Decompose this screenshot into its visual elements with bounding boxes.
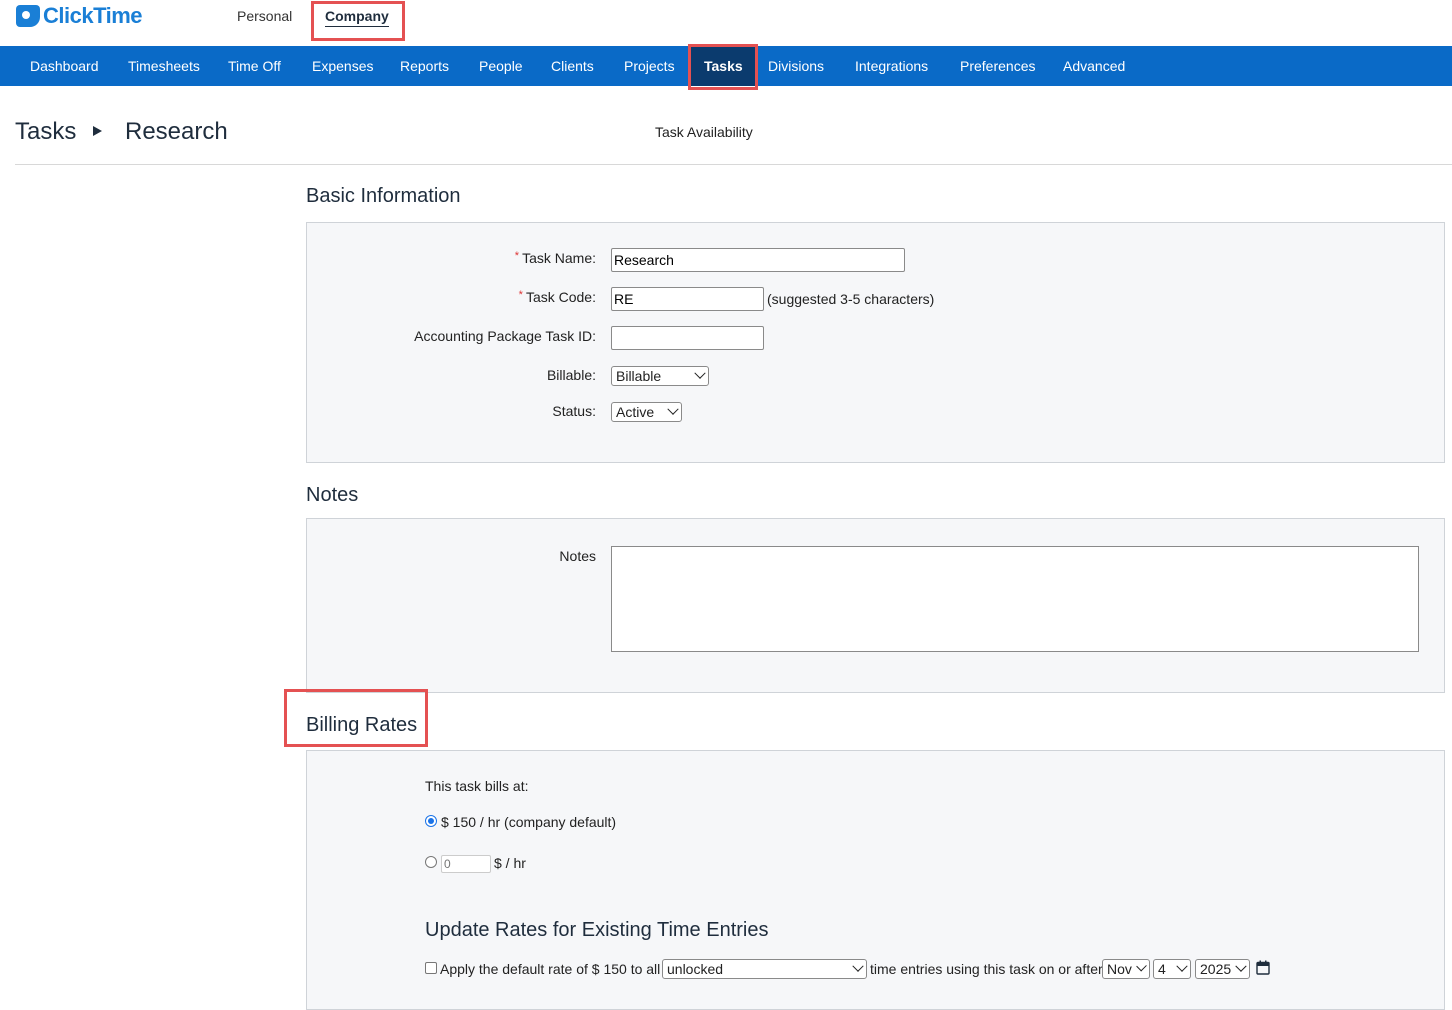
task-code-hint: (suggested 3-5 characters) xyxy=(767,291,935,307)
update-rates-title: Update Rates for Existing Time Entries xyxy=(425,919,769,941)
custom-rate-input[interactable] xyxy=(441,855,491,873)
nav-expenses[interactable]: Expenses xyxy=(312,46,373,86)
clicktime-logo[interactable]: ClickTime xyxy=(16,3,143,28)
chevron-down-icon xyxy=(667,403,679,415)
task-code-input[interactable] xyxy=(611,287,764,311)
page-title: Research xyxy=(125,118,228,145)
highlight-tasks-tab xyxy=(688,44,758,90)
divider xyxy=(15,164,1452,165)
chevron-down-icon xyxy=(694,367,706,379)
day-select[interactable]: 4 xyxy=(1153,959,1191,979)
year-value: 2025 xyxy=(1200,961,1232,977)
task-availability-link[interactable]: Task Availability xyxy=(655,124,753,140)
logo-text: ClickTime xyxy=(43,3,143,28)
custom-rate-radio[interactable] xyxy=(425,856,437,868)
notes-label: Notes xyxy=(559,548,596,564)
after-text: time entries using this task on or after xyxy=(870,961,1103,977)
nav-divisions[interactable]: Divisions xyxy=(768,46,824,86)
nav-advanced[interactable]: Advanced xyxy=(1063,46,1125,86)
breadcrumb-tasks[interactable]: Tasks xyxy=(15,118,76,146)
tab-company[interactable]: Company xyxy=(325,8,389,27)
nav-integrations[interactable]: Integrations xyxy=(855,46,928,86)
status-select[interactable]: Active xyxy=(611,402,682,422)
default-rate-radio[interactable] xyxy=(425,815,437,827)
basic-info-title: Basic Information xyxy=(306,185,461,207)
calendar-icon[interactable] xyxy=(1256,960,1270,975)
calendar-icon-svg xyxy=(1256,960,1270,975)
nav-timesheets[interactable]: Timesheets xyxy=(128,46,200,86)
day-value: 4 xyxy=(1158,961,1166,977)
billable-select[interactable]: Billable xyxy=(611,366,709,386)
highlight-billing-rates xyxy=(284,689,428,747)
required-asterisk: * xyxy=(518,289,523,301)
clicktime-logo-icon xyxy=(16,5,40,27)
accounting-id-label: Accounting Package Task ID: xyxy=(414,328,596,344)
tab-personal[interactable]: Personal xyxy=(237,8,292,24)
month-select[interactable]: Nov xyxy=(1102,959,1150,979)
notes-textarea[interactable] xyxy=(611,546,1419,652)
billable-label: Billable: xyxy=(546,367,596,383)
apply-default-rate-checkbox[interactable] xyxy=(425,962,437,974)
chevron-down-icon xyxy=(1176,960,1188,972)
nav-reports[interactable]: Reports xyxy=(400,46,449,86)
task-name-label-text: Task Name: xyxy=(522,250,596,266)
status-label: Status: xyxy=(552,403,596,419)
task-name-input[interactable] xyxy=(611,248,905,272)
nav-time-off[interactable]: Time Off xyxy=(228,46,281,86)
bills-at-label: This task bills at: xyxy=(425,778,529,794)
task-name-label: * Task Name: xyxy=(306,250,596,266)
nav-clients[interactable]: Clients xyxy=(551,46,594,86)
required-asterisk: * xyxy=(514,250,520,262)
status-select-value: Active xyxy=(616,404,655,420)
entries-type-value: unlocked xyxy=(667,961,724,977)
billable-select-value: Billable xyxy=(616,368,662,384)
chevron-down-icon xyxy=(1235,960,1247,972)
custom-rate-unit: $ / hr xyxy=(494,855,526,871)
nav-projects[interactable]: Projects xyxy=(624,46,675,86)
chevron-down-icon xyxy=(852,960,864,972)
breadcrumb-arrow-icon xyxy=(93,126,102,136)
accounting-id-input[interactable] xyxy=(611,326,764,350)
month-value: Nov xyxy=(1107,961,1132,977)
year-select[interactable]: 2025 xyxy=(1195,959,1250,979)
task-code-label: * Task Code: xyxy=(306,289,596,305)
entries-type-select[interactable]: unlocked xyxy=(662,959,867,979)
default-rate-label: $ 150 / hr (company default) xyxy=(441,814,617,830)
nav-preferences[interactable]: Preferences xyxy=(960,46,1035,86)
notes-title: Notes xyxy=(306,484,359,506)
task-code-label-text: Task Code: xyxy=(525,289,596,305)
apply-rate-text: Apply the default rate of $ 150 to all xyxy=(440,961,661,977)
nav-people[interactable]: People xyxy=(479,46,523,86)
nav-dashboard[interactable]: Dashboard xyxy=(30,46,99,86)
chevron-down-icon xyxy=(1136,960,1147,972)
